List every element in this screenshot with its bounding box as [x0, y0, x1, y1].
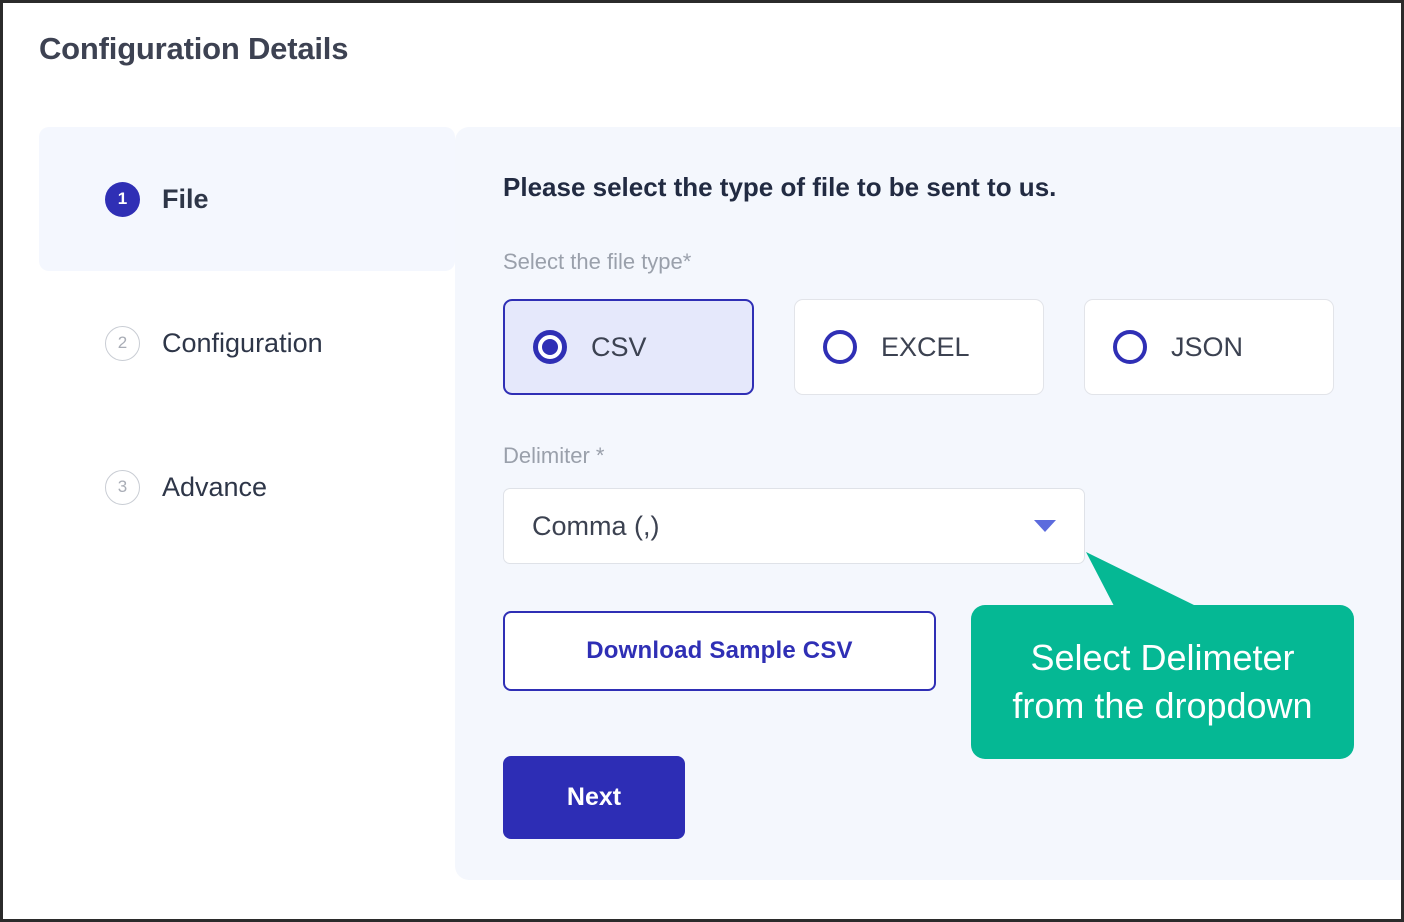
wizard-body: 1 File 2 Configuration 3 Advance Please … — [3, 127, 1401, 880]
next-button[interactable]: Next — [503, 756, 685, 839]
sidebar-item-file[interactable]: 1 File — [39, 127, 455, 271]
delimiter-label: Delimiter * — [503, 443, 605, 468]
file-type-label: Select the file type* — [503, 249, 692, 274]
sidebar-item-label: Advance — [162, 471, 268, 502]
file-type-option-excel[interactable]: EXCEL — [794, 299, 1044, 395]
content-panel: Please select the type of file to be sen… — [455, 127, 1401, 880]
file-type-option-label: JSON — [1171, 331, 1244, 362]
sidebar-item-label: Configuration — [162, 327, 323, 358]
file-type-option-csv[interactable]: CSV — [503, 299, 754, 395]
radio-unselected-icon — [823, 330, 857, 364]
delimiter-selected-value: Comma (,) — [532, 510, 660, 541]
step-number-badge: 2 — [105, 325, 140, 361]
tooltip-callout: Select Delimeter from the dropdown — [971, 605, 1354, 759]
radio-selected-icon — [533, 330, 567, 364]
chevron-down-icon — [1034, 520, 1056, 532]
tooltip-line-1: Select Delimeter — [1030, 636, 1295, 678]
page-title: Configuration Details — [39, 31, 349, 66]
file-type-option-json[interactable]: JSON — [1084, 299, 1334, 395]
configuration-details-page: Configuration Details 1 File 2 Configura… — [0, 0, 1404, 922]
sidebar-item-label: File — [162, 183, 209, 214]
file-type-option-label: CSV — [591, 331, 647, 362]
step-number-badge: 3 — [105, 469, 140, 505]
delimiter-select[interactable]: Comma (,) — [503, 488, 1085, 564]
sidebar-item-advance[interactable]: 3 Advance — [39, 415, 455, 559]
radio-unselected-icon — [1113, 330, 1147, 364]
panel-heading: Please select the type of file to be sen… — [503, 172, 1057, 202]
stepper-sidebar: 1 File 2 Configuration 3 Advance — [39, 127, 455, 880]
download-sample-csv-button[interactable]: Download Sample CSV — [503, 611, 936, 691]
step-number-badge: 1 — [105, 181, 140, 217]
file-type-option-label: EXCEL — [881, 331, 970, 362]
tooltip-pointer-tail — [1086, 552, 1196, 606]
tooltip-line-2: from the dropdown — [1012, 685, 1313, 726]
sidebar-item-configuration[interactable]: 2 Configuration — [39, 271, 455, 415]
